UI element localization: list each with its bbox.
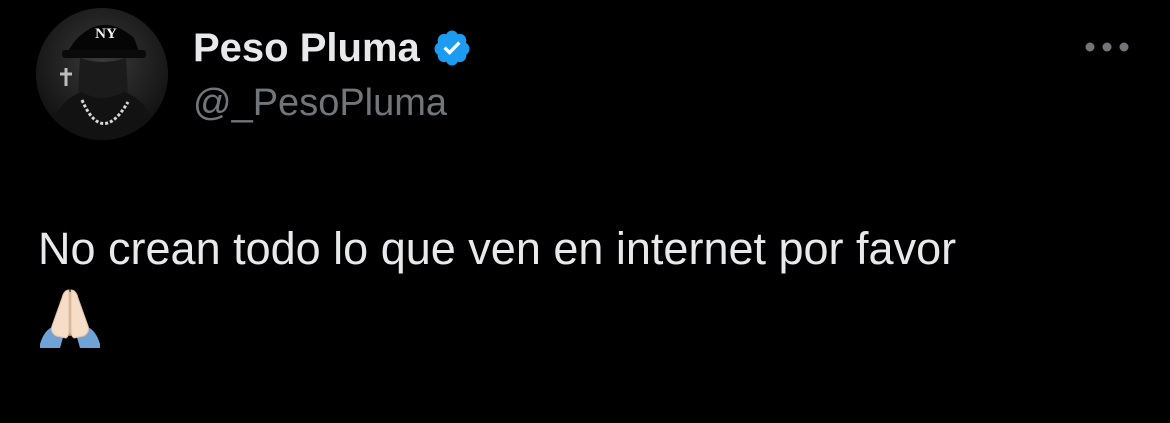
author-name-text: Peso Pluma <box>193 26 420 70</box>
tweet-text: No crean todo lo que ven en internet por… <box>38 223 957 274</box>
author-name[interactable]: Peso Pluma <box>193 24 472 72</box>
tweet: NY Peso Pluma @_PesoPluma No crean todo <box>0 0 1170 423</box>
more-options-button[interactable] <box>1080 32 1136 62</box>
avatar[interactable]: NY <box>36 8 168 140</box>
more-horizontal-icon <box>1085 42 1129 52</box>
cap-logo: NY <box>95 26 117 42</box>
folded-hands-emoji <box>40 289 100 348</box>
avatar-image: NY <box>36 8 168 140</box>
author-handle[interactable]: @_PesoPluma <box>193 80 447 126</box>
verified-badge-icon[interactable] <box>432 28 472 68</box>
